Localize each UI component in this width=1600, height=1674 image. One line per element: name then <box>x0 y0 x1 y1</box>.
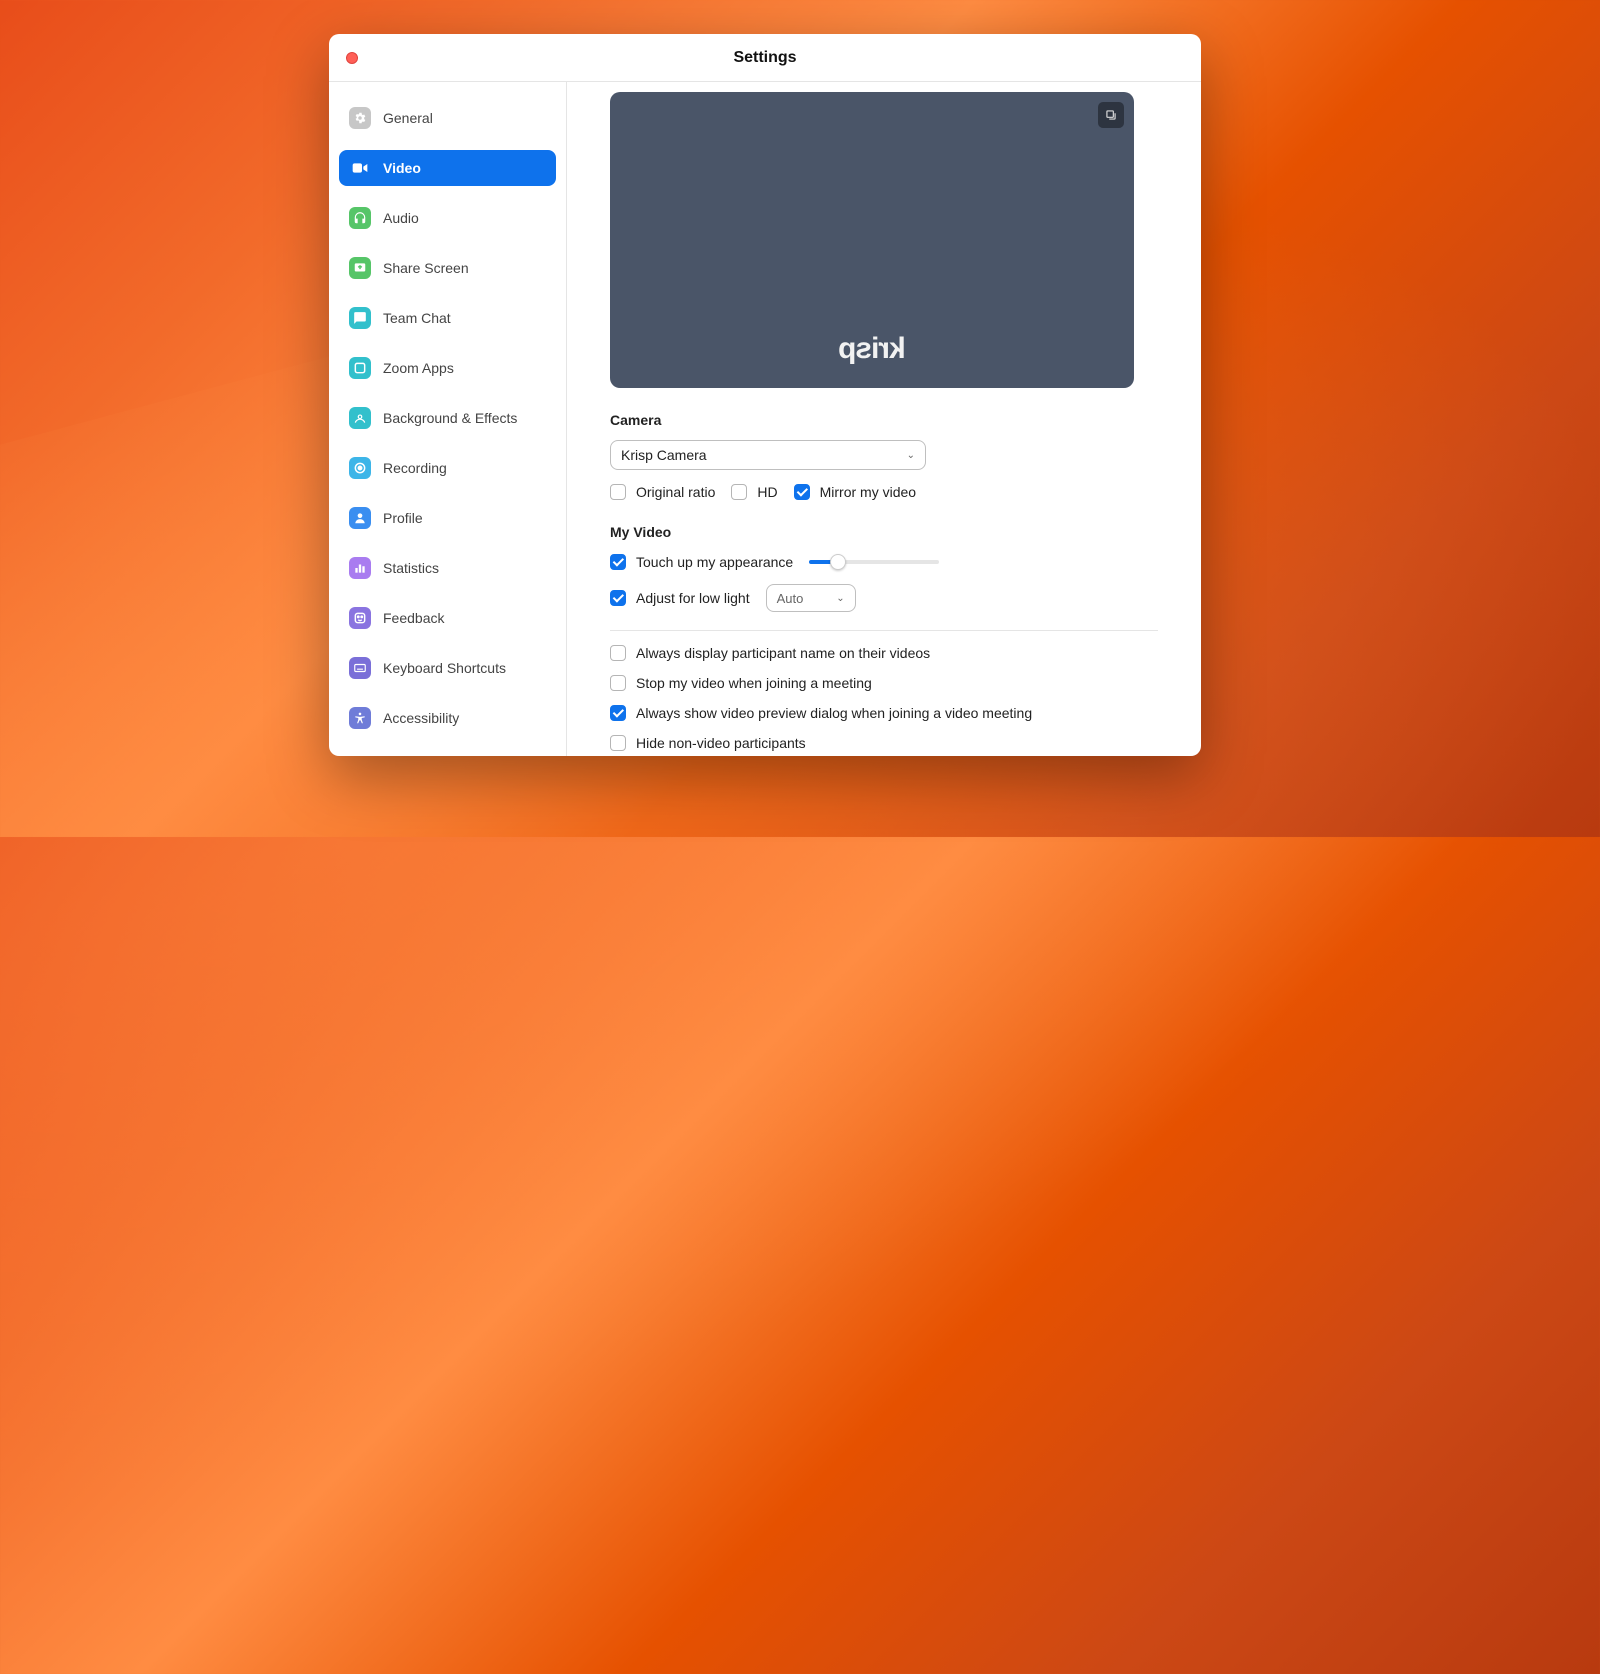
sidebar-item-general[interactable]: General <box>339 100 556 136</box>
headphones-icon <box>349 207 371 229</box>
chevron-down-icon: ⌄ <box>836 593 844 604</box>
record-icon <box>349 457 371 479</box>
low-light-mode-select[interactable]: Auto ⌄ <box>766 584 856 612</box>
checkbox-box <box>610 484 626 500</box>
gear-icon <box>349 107 371 129</box>
camera-selected-value: Krisp Camera <box>621 447 707 463</box>
sidebar-item-label: Keyboard Shortcuts <box>383 660 506 676</box>
close-button[interactable] <box>346 52 358 64</box>
chat-icon <box>349 307 371 329</box>
my-video-section-label: My Video <box>610 524 1158 540</box>
checkbox-label: Original ratio <box>636 484 715 500</box>
low-light-checkbox[interactable]: Adjust for low light <box>610 590 750 606</box>
original-ratio-checkbox[interactable]: Original ratio <box>610 484 715 500</box>
video-preview: krisp <box>610 92 1134 388</box>
checkbox-label: Touch up my appearance <box>636 554 793 570</box>
checkbox-label: Adjust for low light <box>636 590 750 606</box>
rotate-camera-button[interactable] <box>1098 102 1124 128</box>
window-title: Settings <box>329 49 1201 67</box>
sidebar-item-label: Statistics <box>383 560 439 576</box>
checkbox-box <box>610 645 626 661</box>
mirror-video-checkbox[interactable]: Mirror my video <box>794 484 916 500</box>
checkbox-label: Hide non-video participants <box>636 735 806 751</box>
sidebar-item-label: Share Screen <box>383 260 469 276</box>
checkbox-label: HD <box>757 484 777 500</box>
feedback-icon <box>349 607 371 629</box>
divider <box>610 630 1158 631</box>
checkbox-box <box>610 675 626 691</box>
sidebar-item-label: Feedback <box>383 610 444 626</box>
camera-section-label: Camera <box>610 412 1158 428</box>
sidebar: General Video Audio Share Screen <box>329 82 567 756</box>
share-screen-icon <box>349 257 371 279</box>
sidebar-item-recording[interactable]: Recording <box>339 450 556 486</box>
checkbox-label: Mirror my video <box>820 484 916 500</box>
titlebar: Settings <box>329 34 1201 82</box>
checkbox-box <box>610 735 626 751</box>
checkbox-box <box>610 705 626 721</box>
touch-up-slider[interactable] <box>809 560 939 564</box>
sidebar-item-zoom-apps[interactable]: Zoom Apps <box>339 350 556 386</box>
sidebar-item-label: Video <box>383 160 421 176</box>
sidebar-item-label: Accessibility <box>383 710 459 726</box>
background-icon <box>349 407 371 429</box>
sidebar-item-label: Background & Effects <box>383 410 517 426</box>
display-name-checkbox[interactable]: Always display participant name on their… <box>610 645 1158 661</box>
sidebar-item-label: Profile <box>383 510 423 526</box>
sidebar-item-label: Recording <box>383 460 447 476</box>
sidebar-item-statistics[interactable]: Statistics <box>339 550 556 586</box>
sidebar-item-label: General <box>383 110 433 126</box>
checkbox-label: Always show video preview dialog when jo… <box>636 705 1032 721</box>
accessibility-icon <box>349 707 371 729</box>
keyboard-icon <box>349 657 371 679</box>
settings-window: Settings General Video Audio <box>329 34 1201 756</box>
sidebar-item-share-screen[interactable]: Share Screen <box>339 250 556 286</box>
hide-nonvideo-checkbox[interactable]: Hide non-video participants <box>610 735 1158 751</box>
sidebar-item-background-effects[interactable]: Background & Effects <box>339 400 556 436</box>
checkbox-box <box>610 554 626 570</box>
sidebar-item-accessibility[interactable]: Accessibility <box>339 700 556 736</box>
sidebar-item-video[interactable]: Video <box>339 150 556 186</box>
sidebar-item-label: Zoom Apps <box>383 360 454 376</box>
settings-content: krisp Camera Krisp Camera ⌄ Original rat… <box>567 82 1201 756</box>
slider-thumb[interactable] <box>830 554 846 570</box>
sidebar-item-keyboard-shortcuts[interactable]: Keyboard Shortcuts <box>339 650 556 686</box>
checkbox-box <box>731 484 747 500</box>
hd-checkbox[interactable]: HD <box>731 484 777 500</box>
preview-dialog-checkbox[interactable]: Always show video preview dialog when jo… <box>610 705 1158 721</box>
checkbox-label: Always display participant name on their… <box>636 645 930 661</box>
sidebar-item-feedback[interactable]: Feedback <box>339 600 556 636</box>
sidebar-item-label: Audio <box>383 210 419 226</box>
chevron-down-icon: ⌄ <box>907 450 915 461</box>
checkbox-label: Stop my video when joining a meeting <box>636 675 872 691</box>
camera-select[interactable]: Krisp Camera ⌄ <box>610 440 926 470</box>
checkbox-box <box>794 484 810 500</box>
apps-icon <box>349 357 371 379</box>
sidebar-item-profile[interactable]: Profile <box>339 500 556 536</box>
touch-up-checkbox[interactable]: Touch up my appearance <box>610 554 793 570</box>
sidebar-item-team-chat[interactable]: Team Chat <box>339 300 556 336</box>
low-light-mode-value: Auto <box>777 591 804 606</box>
sidebar-item-audio[interactable]: Audio <box>339 200 556 236</box>
profile-icon <box>349 507 371 529</box>
video-icon <box>349 157 371 179</box>
statistics-icon <box>349 557 371 579</box>
stop-video-checkbox[interactable]: Stop my video when joining a meeting <box>610 675 1158 691</box>
sidebar-item-label: Team Chat <box>383 310 451 326</box>
checkbox-box <box>610 590 626 606</box>
camera-feed-logo: krisp <box>839 332 906 366</box>
window-body: General Video Audio Share Screen <box>329 82 1201 756</box>
